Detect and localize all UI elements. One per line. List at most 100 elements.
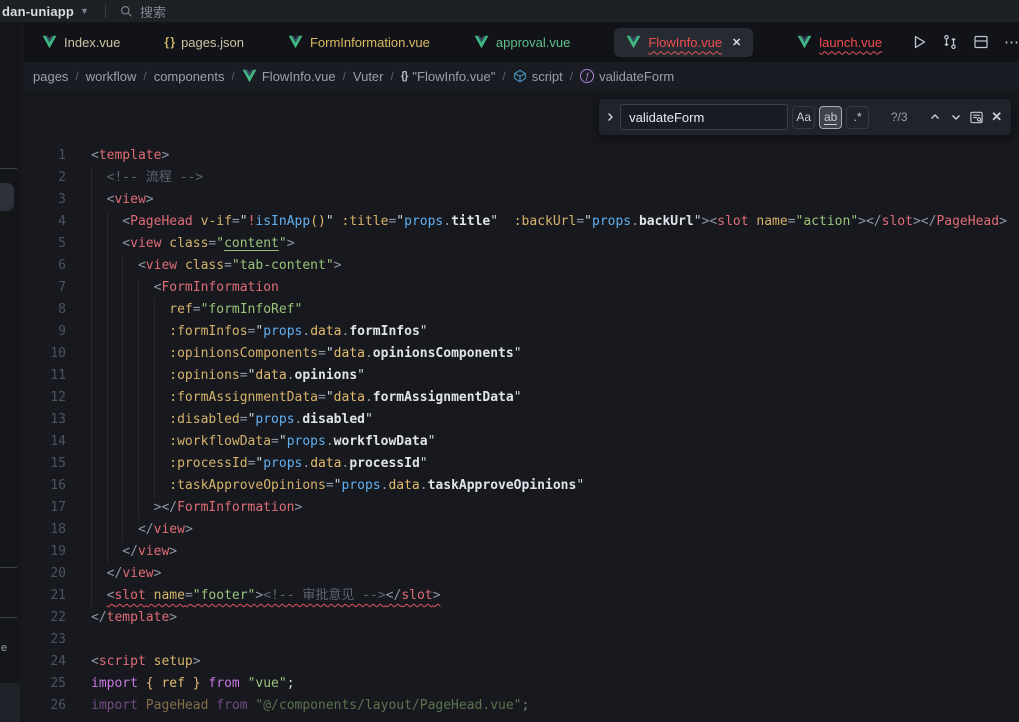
indent-guide xyxy=(107,211,108,563)
run-button[interactable] xyxy=(910,33,928,51)
line-number[interactable]: 23 xyxy=(24,629,66,651)
breadcrumb-item-script[interactable]: script xyxy=(513,69,563,84)
more-button[interactable]: ⋯ xyxy=(1003,33,1019,51)
breadcrumb-label: pages xyxy=(33,69,68,84)
tab-approval-vue[interactable]: approval.vue xyxy=(474,28,570,57)
line-number[interactable]: 10 xyxy=(24,343,66,365)
breadcrumb-label: components xyxy=(154,69,225,84)
braces-icon: {} xyxy=(401,70,408,82)
find-in-selection-button[interactable] xyxy=(968,107,984,127)
tab-pages-json[interactable]: { }pages.json xyxy=(164,28,244,57)
line-number[interactable]: 7 xyxy=(24,277,66,299)
close-find-button[interactable]: ✕ xyxy=(989,107,1005,127)
code-line[interactable]: 5 <view class="content"> xyxy=(24,233,1019,255)
breadcrumb-item-validateform[interactable]: ƒvalidateForm xyxy=(580,69,674,84)
line-number[interactable]: 2 xyxy=(24,167,66,189)
breadcrumb-item--flowinfo-vue-[interactable]: {}"FlowInfo.vue" xyxy=(401,69,496,84)
code-line[interactable]: 25import { ref } from "vue"; xyxy=(24,673,1019,695)
code-line[interactable]: 8 ref="formInfoRef" xyxy=(24,299,1019,321)
close-icon[interactable]: ✕ xyxy=(732,36,741,49)
code-line[interactable]: 14 :workflowData="props.workflowData" xyxy=(24,431,1019,453)
code-line[interactable]: 7 <FormInformation xyxy=(24,277,1019,299)
vue-icon xyxy=(242,69,257,83)
find-results-count: ?/3 xyxy=(885,110,913,124)
code-line[interactable]: 22</template> xyxy=(24,607,1019,629)
line-number[interactable]: 4 xyxy=(24,211,66,233)
tab-forminformation-vue[interactable]: FormInformation.vue xyxy=(288,28,430,57)
toggle-replace-button[interactable] xyxy=(603,104,616,130)
tab-label: Index.vue xyxy=(64,35,120,50)
line-number[interactable]: 25 xyxy=(24,673,66,695)
breadcrumb-item-components[interactable]: components xyxy=(154,69,225,84)
code-line[interactable]: 4 <PageHead v-if="!isInApp()" :title="pr… xyxy=(24,211,1019,233)
find-input[interactable] xyxy=(620,104,788,130)
line-number[interactable]: 3 xyxy=(24,189,66,211)
line-number[interactable]: 5 xyxy=(24,233,66,255)
breadcrumb-item-pages[interactable]: pages xyxy=(33,69,68,84)
regex-button[interactable]: .* xyxy=(846,106,869,129)
line-number[interactable]: 15 xyxy=(24,453,66,475)
code-editor[interactable]: Aa ab .* ?/3 ✕ 1<template>2 <!-- 流程 -->3… xyxy=(24,90,1019,722)
line-number[interactable]: 17 xyxy=(24,497,66,519)
code-line[interactable]: 15 :processId="props.data.processId" xyxy=(24,453,1019,475)
line-number[interactable]: 8 xyxy=(24,299,66,321)
project-selector[interactable]: dan-uniapp xyxy=(2,4,74,19)
code-line[interactable]: 2 <!-- 流程 --> xyxy=(24,167,1019,189)
previous-match-button[interactable] xyxy=(927,107,943,127)
line-number[interactable]: 19 xyxy=(24,541,66,563)
tab-flowinfo-vue[interactable]: FlowInfo.vue✕ xyxy=(614,28,753,57)
code-line[interactable]: 16 :taskApproveOpinions="props.data.task… xyxy=(24,475,1019,497)
line-number[interactable]: 12 xyxy=(24,387,66,409)
code-line[interactable]: 6 <view class="tab-content"> xyxy=(24,255,1019,277)
line-number[interactable]: 11 xyxy=(24,365,66,387)
line-number[interactable]: 1 xyxy=(24,145,66,167)
code-area[interactable]: 1<template>2 <!-- 流程 -->3 <view>4 <PageH… xyxy=(24,90,1019,722)
sidebar-divider xyxy=(0,617,17,618)
code-line[interactable]: 10 :opinionsComponents="data.opinionsCom… xyxy=(24,343,1019,365)
breadcrumb-separator: / xyxy=(391,69,394,83)
code-line[interactable]: 9 :formInfos="props.data.formInfos" xyxy=(24,321,1019,343)
line-number[interactable]: 24 xyxy=(24,651,66,673)
tab-label: FormInformation.vue xyxy=(310,35,430,50)
tab-launch-vue[interactable]: launch.vue xyxy=(797,28,882,57)
code-line[interactable]: 18 </view> xyxy=(24,519,1019,541)
line-number[interactable]: 26 xyxy=(24,695,66,717)
chevron-down-icon: ▼ xyxy=(80,6,89,16)
line-number[interactable]: 22 xyxy=(24,607,66,629)
command-center-search[interactable]: 搜索 xyxy=(120,2,166,21)
code-line[interactable]: 21 <slot name="footer"><!-- 审批意见 --></sl… xyxy=(24,585,1019,607)
whole-word-button[interactable]: ab xyxy=(819,106,842,129)
code-line[interactable]: 19 </view> xyxy=(24,541,1019,563)
find-widget: Aa ab .* ?/3 ✕ xyxy=(598,98,1012,136)
line-number[interactable]: 18 xyxy=(24,519,66,541)
code-line[interactable]: 17 ></FormInformation> xyxy=(24,497,1019,519)
match-case-button[interactable]: Aa xyxy=(792,106,815,129)
code-line[interactable]: 1<template> xyxy=(24,145,1019,167)
line-number[interactable]: 6 xyxy=(24,255,66,277)
code-line[interactable]: 3 <view> xyxy=(24,189,1019,211)
line-number[interactable]: 9 xyxy=(24,321,66,343)
code-line[interactable]: 13 :disabled="props.disabled" xyxy=(24,409,1019,431)
line-number[interactable]: 21 xyxy=(24,585,66,607)
line-number[interactable]: 16 xyxy=(24,475,66,497)
code-line[interactable]: 11 :opinions="data.opinions" xyxy=(24,365,1019,387)
breadcrumb-item-flowinfo-vue[interactable]: FlowInfo.vue xyxy=(242,69,336,84)
breadcrumb-separator: / xyxy=(232,69,235,83)
code-line[interactable]: 23 xyxy=(24,629,1019,651)
code-line[interactable]: 26import PageHead from "@/components/lay… xyxy=(24,695,1019,717)
breadcrumb-item-vuter[interactable]: Vuter xyxy=(353,69,384,84)
code-line[interactable]: 12 :formAssignmentData="data.formAssignm… xyxy=(24,387,1019,409)
code-line[interactable]: 20 </view> xyxy=(24,563,1019,585)
title-bar: dan-uniapp ▼ 搜索 xyxy=(0,0,1019,22)
line-number[interactable]: 20 xyxy=(24,563,66,585)
code-line[interactable]: 24<script setup> xyxy=(24,651,1019,673)
line-number[interactable]: 14 xyxy=(24,431,66,453)
tab-index-vue[interactable]: Index.vue xyxy=(42,28,120,57)
line-number[interactable]: 13 xyxy=(24,409,66,431)
next-match-button[interactable] xyxy=(948,107,964,127)
split-editor-button[interactable] xyxy=(972,33,990,51)
compare-button[interactable] xyxy=(941,33,959,51)
vue-icon xyxy=(797,35,812,49)
breadcrumb-item-workflow[interactable]: workflow xyxy=(86,69,137,84)
sidebar-item-edge[interactable] xyxy=(0,183,14,211)
